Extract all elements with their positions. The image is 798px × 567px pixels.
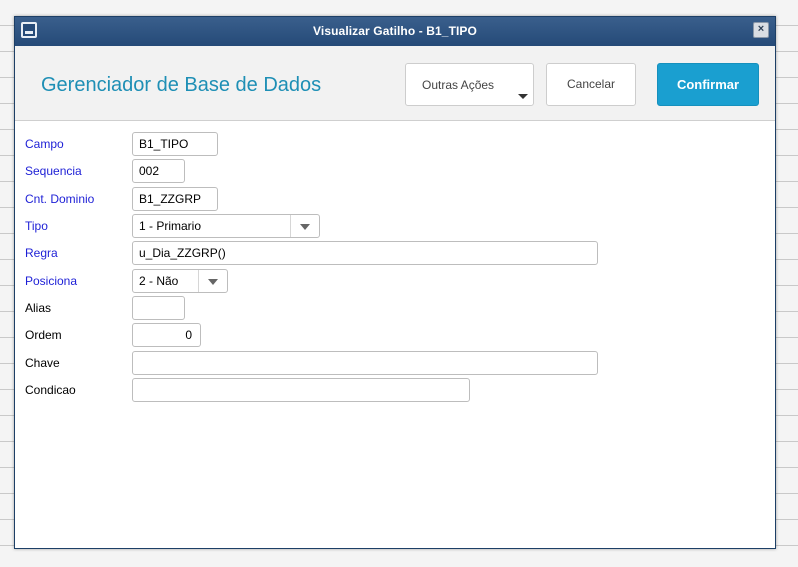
sequencia-field[interactable]: 002 [132,159,185,183]
tipo-selected-value: 1 - Primario [139,219,202,233]
tipo-label: Tipo [25,219,48,233]
regra-field[interactable]: u_Dia_ZZGRP() [132,241,598,265]
regra-label: Regra [25,246,58,260]
app-title: Gerenciador de Base de Dados [41,74,322,96]
posiciona-select[interactable]: 2 - Não [132,269,228,293]
dialog-header: Gerenciador de Base de Dados Outras Açõe… [15,46,775,121]
dialog-window: Visualizar Gatilho - B1_TIPO × Gerenciad… [14,16,776,549]
cancel-button[interactable]: Cancelar [546,63,636,106]
condicao-label: Condicao [25,383,76,397]
chave-field[interactable] [132,351,598,375]
ordem-field[interactable]: 0 [132,323,201,347]
close-icon[interactable]: × [753,22,769,38]
window-title: Visualizar Gatilho - B1_TIPO [313,24,477,38]
alias-field[interactable] [132,296,185,320]
cnt-dominio-label: Cnt. Dominio [25,192,95,206]
campo-label: Campo [25,137,64,151]
chave-label: Chave [25,356,60,370]
ordem-label: Ordem [25,328,62,342]
chevron-down-icon [518,94,528,99]
posiciona-label: Posiciona [25,274,78,288]
condicao-field[interactable] [132,378,470,402]
cnt-dominio-field[interactable]: B1_ZZGRP [132,187,218,211]
sequencia-label: Sequencia [25,164,82,178]
confirm-button[interactable]: Confirmar [657,63,759,106]
outras-acoes-button[interactable]: Outras Ações [405,63,534,106]
campo-field[interactable]: B1_TIPO [132,132,218,156]
chevron-down-icon[interactable] [290,215,319,237]
outras-acoes-label: Outras Ações [422,78,495,92]
tipo-select[interactable]: 1 - Primario [132,214,320,238]
chevron-down-icon[interactable] [198,270,227,292]
posiciona-selected-value: 2 - Não [139,274,179,288]
alias-label: Alias [25,301,52,315]
title-bar: Visualizar Gatilho - B1_TIPO × [15,17,775,46]
